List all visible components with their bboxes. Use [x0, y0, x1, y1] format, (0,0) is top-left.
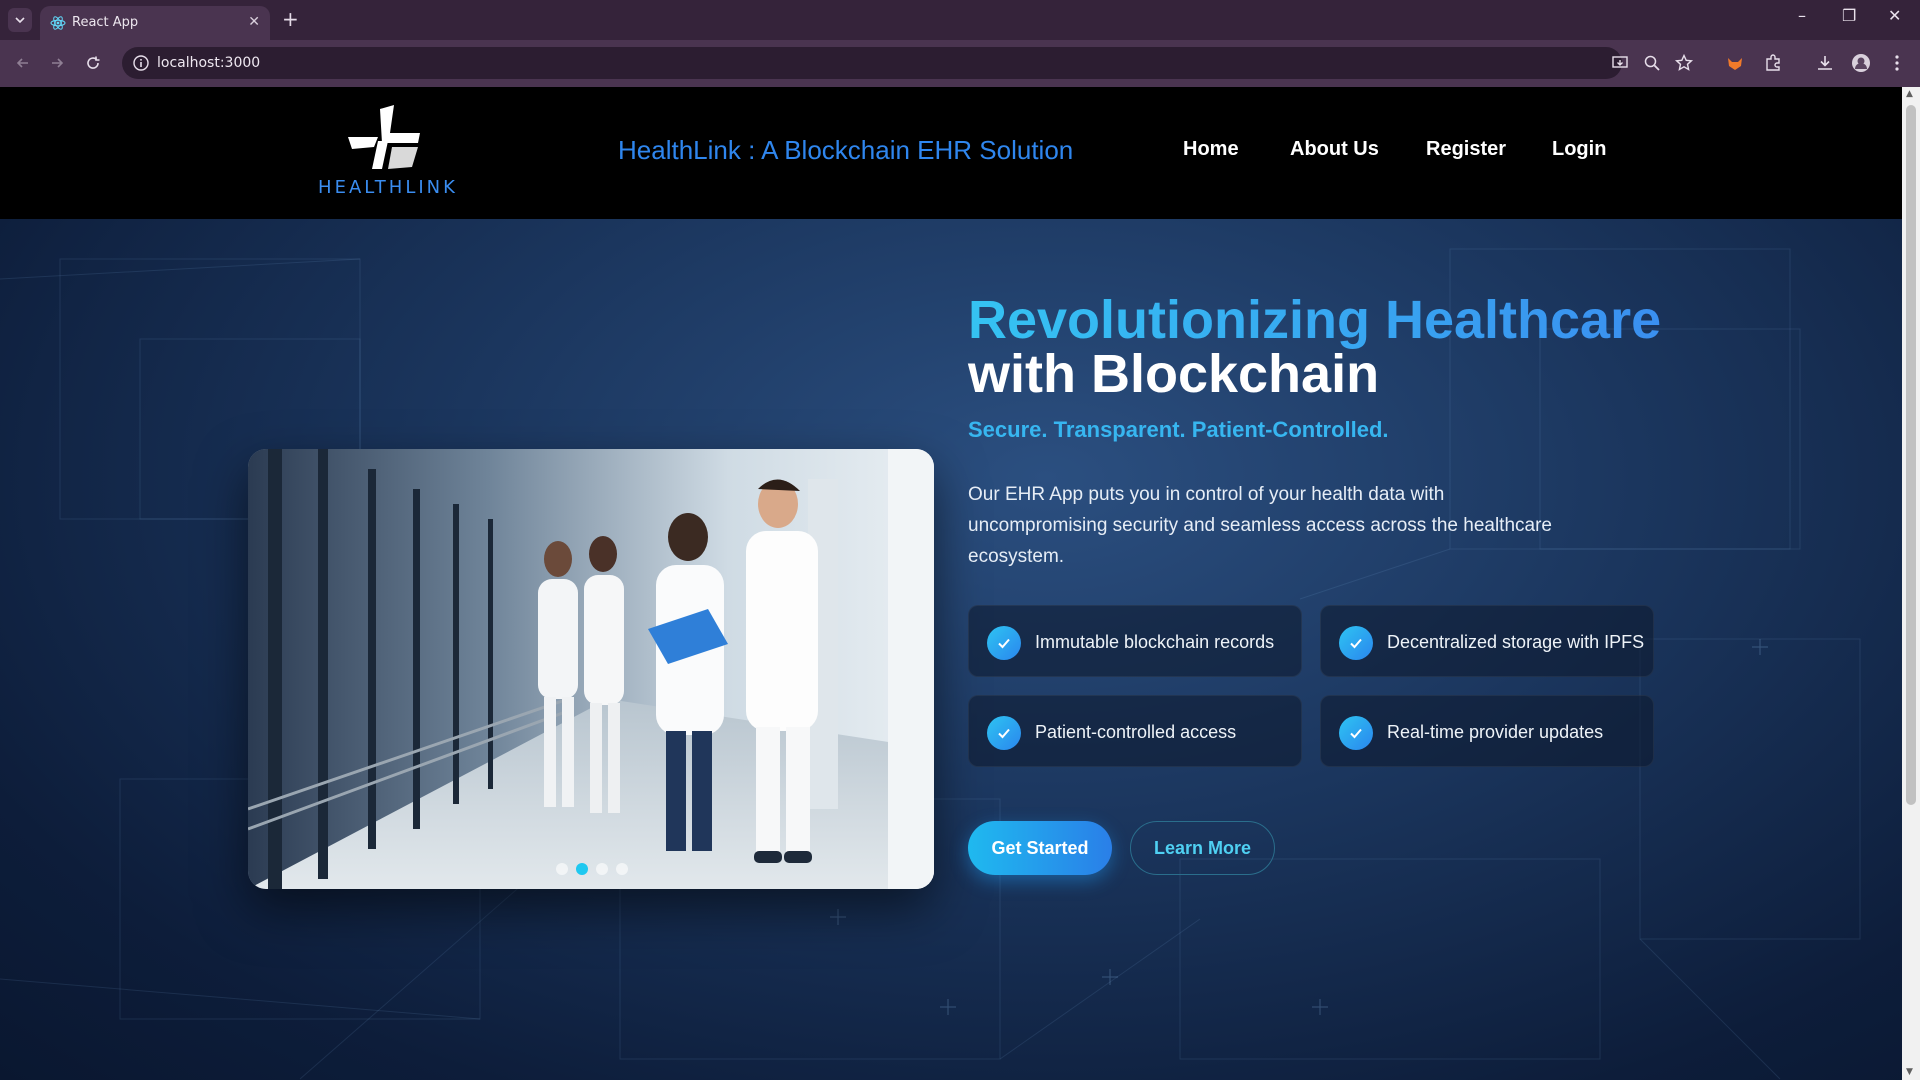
zoom-icon[interactable] [1642, 53, 1662, 73]
hero-tagline: Secure. Transparent. Patient-Controlled. [968, 417, 1389, 442]
react-icon [50, 16, 66, 30]
site-info-icon[interactable] [132, 54, 150, 72]
more-menu-icon[interactable] [1886, 52, 1908, 74]
reload-button[interactable] [80, 50, 106, 76]
hero-headline-line2: with Blockchain [968, 344, 1380, 404]
check-icon [987, 626, 1021, 660]
slider-dot-active[interactable] [576, 863, 588, 875]
learn-more-button[interactable]: Learn More [1130, 821, 1275, 875]
nav-register[interactable]: Register [1426, 138, 1506, 161]
check-icon [987, 716, 1021, 750]
nav-login[interactable]: Login [1552, 138, 1606, 161]
forward-button[interactable] [44, 50, 70, 76]
tab-title: React App [72, 15, 139, 30]
fox-extension-icon[interactable] [1724, 52, 1746, 74]
healthlink-cross-icon [348, 105, 420, 169]
scrollbar[interactable]: ▲ ▼ [1902, 87, 1920, 1080]
download-icon[interactable] [1814, 52, 1836, 74]
new-tab-button[interactable]: + [282, 7, 299, 31]
hero-description: Our EHR App puts you in control of your … [968, 484, 1552, 567]
site-title: HealthLink : A Blockchain EHR Solution [618, 135, 1074, 165]
close-window-button[interactable]: ✕ [1888, 6, 1901, 25]
address-bar[interactable]: localhost:3000 [122, 47, 1694, 79]
image-slider[interactable] [248, 449, 934, 889]
address-bar-row: localhost:3000 [0, 40, 1920, 87]
site-header: HEALTHLINK HealthLink : A Blockchain EHR… [0, 87, 1902, 219]
logo-text: HEALTHLINK [318, 177, 458, 198]
tab-close-icon[interactable]: ✕ [248, 14, 260, 30]
feature-label: Patient-controlled access [1035, 722, 1237, 742]
check-icon [1339, 626, 1373, 660]
chevron-down-icon [15, 17, 25, 24]
profile-avatar-icon[interactable] [1850, 52, 1872, 74]
back-arrow-icon [16, 58, 28, 68]
feature-label: Decentralized storage with IPFS [1387, 632, 1645, 652]
nav-about-us[interactable]: About Us [1290, 138, 1379, 161]
feature-label: Real-time provider updates [1387, 722, 1604, 742]
slider-dot[interactable] [596, 863, 608, 875]
install-app-icon[interactable] [1610, 53, 1630, 73]
back-button[interactable] [10, 50, 36, 76]
feature-label: Immutable blockchain records [1035, 632, 1275, 652]
url-text[interactable]: localhost:3000 [157, 55, 260, 71]
tab-search-button[interactable] [8, 8, 32, 32]
minimize-button[interactable]: – [1798, 6, 1806, 25]
slider-dot[interactable] [556, 863, 568, 875]
get-started-button[interactable]: Get Started [968, 821, 1112, 875]
slider-dot[interactable] [616, 863, 628, 875]
tab-react-app[interactable]: React App ✕ [40, 6, 270, 40]
feature-card: Immutable blockchain records [968, 605, 1302, 677]
healthlink-logo[interactable]: HEALTHLINK [308, 103, 468, 203]
scroll-thumb[interactable] [1906, 105, 1916, 805]
doctors-photo [248, 449, 934, 889]
restore-button[interactable]: ❐ [1842, 6, 1856, 25]
hero-section: Revolutionizing Healthcare with Blockcha… [0, 219, 1902, 1080]
bookmark-star-icon[interactable] [1674, 53, 1694, 73]
hero-headline-line1: Revolutionizing Healthcare [968, 290, 1662, 350]
feature-card: Patient-controlled access [968, 695, 1302, 767]
nav-home[interactable]: Home [1183, 138, 1239, 161]
check-icon [1339, 716, 1373, 750]
scroll-up-icon[interactable]: ▲ [1906, 89, 1913, 99]
slider-dots [556, 863, 628, 875]
browser-chrome: React App ✕ + – ❐ ✕ localhost:3000 [0, 0, 1920, 87]
feature-card: Decentralized storage with IPFS [1320, 605, 1654, 677]
extensions-puzzle-icon[interactable] [1762, 52, 1784, 74]
page-viewport: HEALTHLINK HealthLink : A Blockchain EHR… [0, 87, 1920, 1080]
tab-bar: React App ✕ + – ❐ ✕ [0, 0, 1920, 40]
reload-icon [87, 56, 100, 69]
feature-card: Real-time provider updates [1320, 695, 1654, 767]
forward-arrow-icon [52, 58, 64, 68]
scroll-down-icon[interactable]: ▼ [1906, 1067, 1913, 1077]
